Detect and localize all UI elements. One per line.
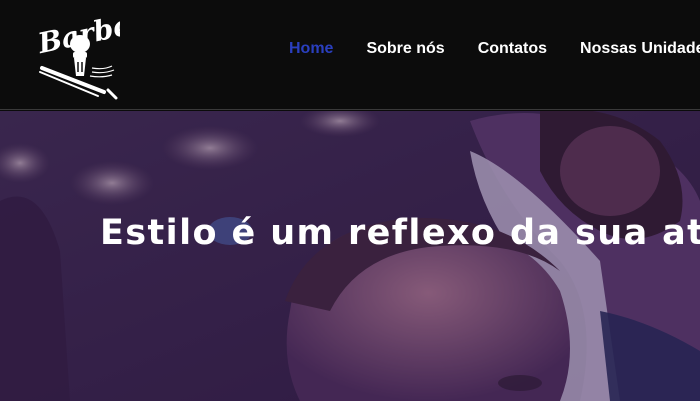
nav-sobre-nos[interactable]: Sobre nós <box>366 39 444 59</box>
hero-banner: Estilo é um reflexo da sua atitude <box>0 111 700 401</box>
nav-home[interactable]: Home <box>289 39 333 59</box>
nav-contatos[interactable]: Contatos <box>478 39 547 59</box>
nav-nossas-unidades[interactable]: Nossas Unidades <box>580 39 700 59</box>
main-nav: Home Sobre nós Contatos Nossas Unidades <box>289 39 700 59</box>
hero-title: Estilo é um reflexo da sua atitude <box>100 213 700 253</box>
site-header: Barber Home Sobre nós Contatos Nossas Un… <box>0 0 700 110</box>
barber-logo-icon: Barber <box>34 5 150 100</box>
barber-logo[interactable]: Barber <box>34 5 150 100</box>
svg-text:Barber: Barber <box>34 8 120 60</box>
hero-background-image <box>0 111 700 401</box>
